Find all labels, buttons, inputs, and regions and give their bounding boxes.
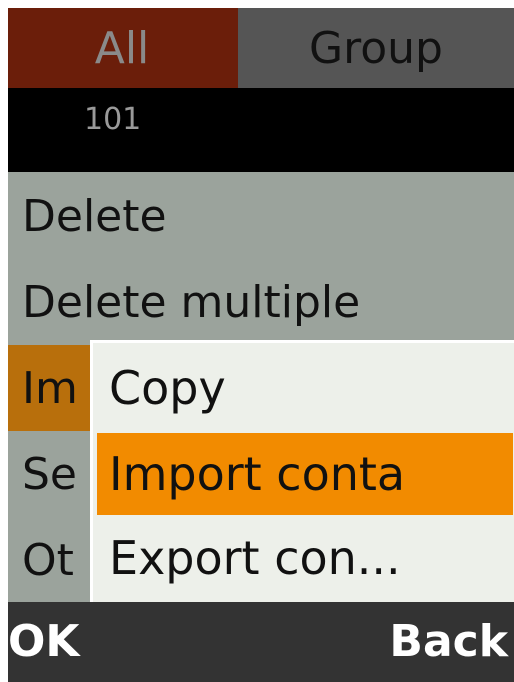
back-softkey[interactable]: Back: [389, 616, 508, 667]
tab-all[interactable]: All: [8, 8, 236, 88]
submenu-item-label: Export con...: [109, 531, 401, 585]
menu-item-label: Se: [22, 448, 77, 500]
menu-item-label: Delete: [22, 190, 167, 242]
submenu-item-label: Import conta: [109, 447, 406, 501]
menu-item-delete-multiple[interactable]: Delete multiple: [8, 259, 514, 345]
menu-item-import-export[interactable]: Im: [8, 345, 98, 431]
number-bar: 101: [8, 88, 514, 172]
submenu-item-label: Copy: [109, 361, 226, 415]
number-value: 101: [84, 102, 142, 137]
menu-item-label: Im: [22, 362, 78, 414]
submenu-item-import-contacts[interactable]: Import conta: [97, 433, 513, 515]
import-export-submenu: Copy Import conta Export con...: [90, 340, 514, 602]
submenu-item-copy[interactable]: Copy: [97, 347, 513, 429]
tab-all-label: All: [94, 22, 150, 74]
menu-item-delete[interactable]: Delete: [8, 173, 514, 259]
tab-group[interactable]: Group: [238, 8, 514, 88]
menu-item-label: Ot: [22, 534, 74, 586]
menu-item-label: Delete multiple: [22, 276, 361, 328]
tab-group-label: Group: [309, 22, 443, 74]
submenu-item-export-contacts[interactable]: Export con...: [97, 517, 513, 599]
ok-softkey[interactable]: OK: [8, 616, 80, 667]
softkey-bar: OK Back: [8, 602, 514, 682]
phone-screen: All Group 101 Delete Delete multiple Im …: [8, 8, 514, 682]
